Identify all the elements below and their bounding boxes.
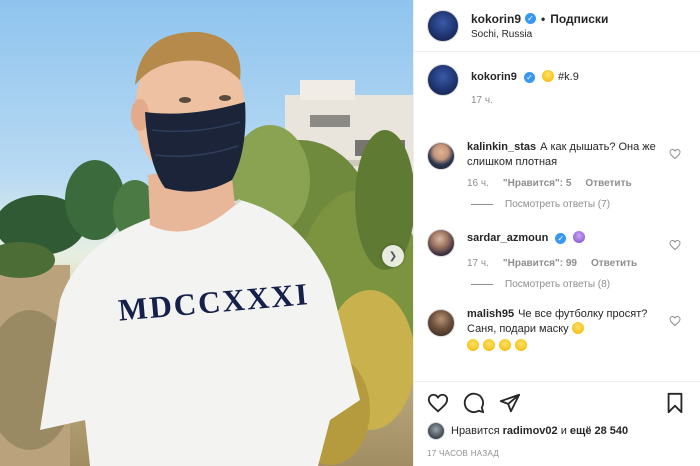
likes-conjunction: и xyxy=(560,425,567,437)
author-avatar[interactable] xyxy=(427,9,459,42)
post-side-panel: kokorin9 ✓ • Подписки Sochi, Russia koko… xyxy=(413,0,700,466)
like-comment-heart-icon[interactable] xyxy=(669,315,681,327)
laughing-emoji-icon xyxy=(467,339,479,351)
replies-divider xyxy=(471,203,493,205)
view-replies-label: Посмотреть ответы (8) xyxy=(505,278,611,290)
verified-badge-icon: ✓ xyxy=(555,233,567,244)
share-icon[interactable] xyxy=(499,392,521,414)
verified-badge-icon: ✓ xyxy=(525,13,537,24)
comment-item: sardar_azmoun ✓ 17 ч. "Нравится": 99 Отв… xyxy=(414,227,700,269)
caption-avatar[interactable] xyxy=(427,64,459,96)
view-replies-label: Посмотреть ответы (7) xyxy=(505,198,611,210)
commenter-avatar[interactable] xyxy=(427,142,455,170)
comment-item: kalinkin_stas А как дышать? Она же слишко… xyxy=(414,140,700,189)
liker-avatar[interactable] xyxy=(427,422,445,440)
likes-prefix: Нравится xyxy=(451,425,500,437)
comment-username[interactable]: malish95 xyxy=(467,308,514,320)
author-username[interactable]: kokorin9 xyxy=(471,12,521,26)
post-photo[interactable]: MDCCXXXI ❯ xyxy=(0,0,413,466)
comment-username[interactable]: sardar_azmoun xyxy=(467,232,548,244)
comment-time[interactable]: 16 ч. xyxy=(467,178,489,189)
heart-icon[interactable] xyxy=(427,392,449,414)
reply-button[interactable]: Ответить xyxy=(591,258,637,269)
like-comment-heart-icon[interactable] xyxy=(669,148,681,160)
comment-username[interactable]: kalinkin_stas xyxy=(467,141,536,153)
person-emoji-icon xyxy=(573,231,586,243)
like-comment-heart-icon[interactable] xyxy=(669,239,681,251)
replies-divider xyxy=(471,283,493,285)
laughing-emoji-icon xyxy=(483,339,496,351)
view-replies-button[interactable]: Посмотреть ответы (8) xyxy=(414,269,700,299)
grinning-emoji-icon xyxy=(541,70,554,82)
likes-count-button[interactable]: ещё 28 540 xyxy=(570,425,628,437)
laughing-emoji-icon xyxy=(515,339,528,351)
post-timestamp[interactable]: 17 ЧАСОВ НАЗАД xyxy=(427,449,499,458)
commenter-avatar[interactable] xyxy=(427,309,455,337)
caption-username[interactable]: kokorin9 xyxy=(471,71,517,83)
caption-time[interactable]: 17 ч. xyxy=(471,95,493,106)
verified-badge-icon: ✓ xyxy=(523,72,535,83)
comment-time[interactable]: 17 ч. xyxy=(467,258,489,269)
photo-scene xyxy=(0,31,413,466)
comment-likes[interactable]: "Нравится": 5 xyxy=(503,178,572,189)
bookmark-icon[interactable] xyxy=(664,392,686,414)
post-caption: kokorin9 ✓ #k.9 17 ч. xyxy=(414,64,700,128)
reply-button[interactable]: Ответить xyxy=(585,178,631,189)
emoji-row xyxy=(467,339,665,354)
laughing-emoji-icon xyxy=(499,339,512,351)
following-button[interactable]: Подписки xyxy=(550,12,608,26)
caption-hashtag[interactable]: #k.9 xyxy=(558,71,579,83)
chevron-right-icon: ❯ xyxy=(388,250,398,262)
post-actions: Нравится radimov02 и ещё 28 540 17 ЧАСОВ… xyxy=(414,381,700,466)
laughing-emoji-icon xyxy=(571,322,584,334)
commenter-avatar[interactable] xyxy=(427,229,455,257)
view-replies-button[interactable]: Посмотреть ответы (7) xyxy=(414,189,700,219)
comment-item: malish95 Че все футболку просят? Саня, по… xyxy=(414,307,700,354)
separator-dot: • xyxy=(541,11,546,26)
comment-likes[interactable]: "Нравится": 99 xyxy=(503,258,577,269)
likes-summary: Нравится radimov02 и ещё 28 540 xyxy=(427,422,628,440)
next-image-button[interactable]: ❯ xyxy=(382,245,404,267)
post-header: kokorin9 ✓ • Подписки Sochi, Russia xyxy=(414,0,700,52)
comments-list: kokorin9 ✓ #k.9 17 ч. kalinkin_stas А как… xyxy=(414,64,700,354)
comment-icon[interactable] xyxy=(463,392,485,414)
post-location[interactable]: Sochi, Russia xyxy=(471,29,608,40)
liker-username[interactable]: radimov02 xyxy=(503,425,558,437)
